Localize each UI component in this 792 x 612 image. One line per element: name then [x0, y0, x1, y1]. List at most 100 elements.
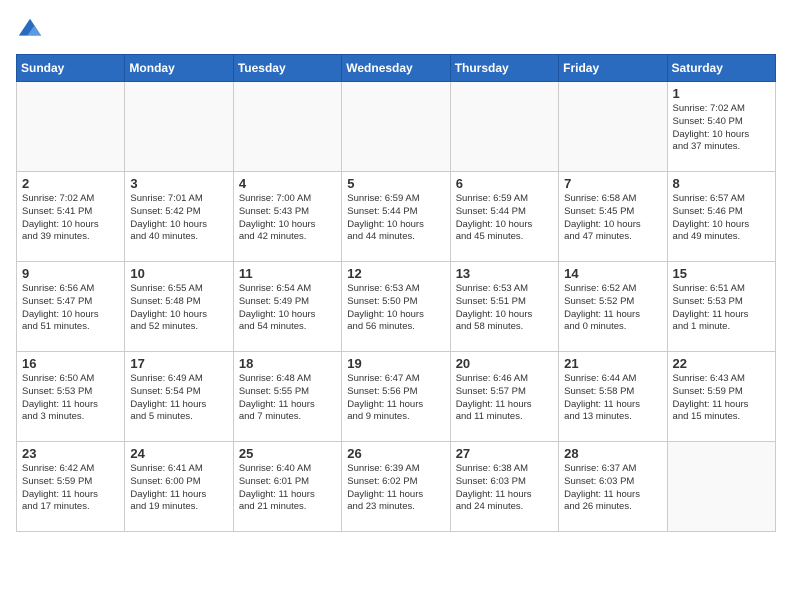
calendar-cell: 19 Sunrise: 6:47 AM Sunset: 5:56 PM Dayli… — [342, 352, 450, 442]
calendar-week-1: 2 Sunrise: 7:02 AM Sunset: 5:41 PM Daylig… — [17, 172, 776, 262]
day-number: 27 — [456, 446, 553, 461]
day-number: 11 — [239, 266, 336, 281]
calendar-table: SundayMondayTuesdayWednesdayThursdayFrid… — [16, 54, 776, 532]
day-info: Sunrise: 6:47 AM Sunset: 5:56 PM Dayligh… — [347, 373, 444, 424]
day-info: Sunrise: 6:46 AM Sunset: 5:57 PM Dayligh… — [456, 373, 553, 424]
day-number: 6 — [456, 176, 553, 191]
weekday-header-tuesday: Tuesday — [233, 55, 341, 82]
calendar-cell: 5 Sunrise: 6:59 AM Sunset: 5:44 PM Daylig… — [342, 172, 450, 262]
day-info: Sunrise: 7:02 AM Sunset: 5:40 PM Dayligh… — [673, 103, 770, 154]
day-info: Sunrise: 6:53 AM Sunset: 5:51 PM Dayligh… — [456, 283, 553, 334]
day-info: Sunrise: 6:42 AM Sunset: 5:59 PM Dayligh… — [22, 463, 119, 514]
day-number: 3 — [130, 176, 227, 191]
calendar-cell — [559, 82, 667, 172]
day-number: 5 — [347, 176, 444, 191]
calendar-cell — [667, 442, 775, 532]
calendar-cell: 17 Sunrise: 6:49 AM Sunset: 5:54 PM Dayli… — [125, 352, 233, 442]
day-info: Sunrise: 6:53 AM Sunset: 5:50 PM Dayligh… — [347, 283, 444, 334]
calendar-cell: 7 Sunrise: 6:58 AM Sunset: 5:45 PM Daylig… — [559, 172, 667, 262]
weekday-header-friday: Friday — [559, 55, 667, 82]
day-number: 4 — [239, 176, 336, 191]
day-number: 12 — [347, 266, 444, 281]
day-info: Sunrise: 6:38 AM Sunset: 6:03 PM Dayligh… — [456, 463, 553, 514]
calendar-cell: 18 Sunrise: 6:48 AM Sunset: 5:55 PM Dayli… — [233, 352, 341, 442]
day-info: Sunrise: 6:59 AM Sunset: 5:44 PM Dayligh… — [456, 193, 553, 244]
day-info: Sunrise: 6:48 AM Sunset: 5:55 PM Dayligh… — [239, 373, 336, 424]
weekday-header-saturday: Saturday — [667, 55, 775, 82]
logo-icon — [16, 16, 44, 44]
day-number: 14 — [564, 266, 661, 281]
weekday-header-thursday: Thursday — [450, 55, 558, 82]
calendar-week-2: 9 Sunrise: 6:56 AM Sunset: 5:47 PM Daylig… — [17, 262, 776, 352]
calendar-cell — [233, 82, 341, 172]
day-number: 7 — [564, 176, 661, 191]
calendar-cell: 21 Sunrise: 6:44 AM Sunset: 5:58 PM Dayli… — [559, 352, 667, 442]
day-number: 21 — [564, 356, 661, 371]
calendar-cell — [450, 82, 558, 172]
calendar-cell: 26 Sunrise: 6:39 AM Sunset: 6:02 PM Dayli… — [342, 442, 450, 532]
calendar-cell: 20Sunrise: 6:46 AM Sunset: 5:57 PM Dayli… — [450, 352, 558, 442]
weekday-header-sunday: Sunday — [17, 55, 125, 82]
day-number: 26 — [347, 446, 444, 461]
day-number: 13 — [456, 266, 553, 281]
day-info: Sunrise: 6:58 AM Sunset: 5:45 PM Dayligh… — [564, 193, 661, 244]
calendar-cell: 10 Sunrise: 6:55 AM Sunset: 5:48 PM Dayli… — [125, 262, 233, 352]
calendar-header-row: SundayMondayTuesdayWednesdayThursdayFrid… — [17, 55, 776, 82]
day-info: Sunrise: 6:57 AM Sunset: 5:46 PM Dayligh… — [673, 193, 770, 244]
day-info: Sunrise: 6:49 AM Sunset: 5:54 PM Dayligh… — [130, 373, 227, 424]
day-info: Sunrise: 6:37 AM Sunset: 6:03 PM Dayligh… — [564, 463, 661, 514]
calendar-week-0: 1 Sunrise: 7:02 AM Sunset: 5:40 PM Daylig… — [17, 82, 776, 172]
calendar-cell: 11 Sunrise: 6:54 AM Sunset: 5:49 PM Dayli… — [233, 262, 341, 352]
calendar-cell: 13 Sunrise: 6:53 AM Sunset: 5:51 PM Dayli… — [450, 262, 558, 352]
day-info: Sunrise: 6:54 AM Sunset: 5:49 PM Dayligh… — [239, 283, 336, 334]
calendar-cell: 15Sunrise: 6:51 AM Sunset: 5:53 PM Dayli… — [667, 262, 775, 352]
day-info: Sunrise: 6:59 AM Sunset: 5:44 PM Dayligh… — [347, 193, 444, 244]
day-info: Sunrise: 6:41 AM Sunset: 6:00 PM Dayligh… — [130, 463, 227, 514]
day-number: 15 — [673, 266, 770, 281]
day-info: Sunrise: 6:56 AM Sunset: 5:47 PM Dayligh… — [22, 283, 119, 334]
weekday-header-monday: Monday — [125, 55, 233, 82]
day-info: Sunrise: 6:55 AM Sunset: 5:48 PM Dayligh… — [130, 283, 227, 334]
day-number: 2 — [22, 176, 119, 191]
day-number: 18 — [239, 356, 336, 371]
calendar-cell: 14 Sunrise: 6:52 AM Sunset: 5:52 PM Dayli… — [559, 262, 667, 352]
calendar-cell — [125, 82, 233, 172]
day-number: 28 — [564, 446, 661, 461]
calendar-cell: 16Sunrise: 6:50 AM Sunset: 5:53 PM Dayli… — [17, 352, 125, 442]
day-info: Sunrise: 6:52 AM Sunset: 5:52 PM Dayligh… — [564, 283, 661, 334]
calendar-cell — [342, 82, 450, 172]
day-info: Sunrise: 7:00 AM Sunset: 5:43 PM Dayligh… — [239, 193, 336, 244]
calendar-week-4: 23 Sunrise: 6:42 AM Sunset: 5:59 PM Dayli… — [17, 442, 776, 532]
page-header — [16, 16, 776, 44]
weekday-header-wednesday: Wednesday — [342, 55, 450, 82]
calendar-cell: 28 Sunrise: 6:37 AM Sunset: 6:03 PM Dayli… — [559, 442, 667, 532]
day-number: 17 — [130, 356, 227, 371]
calendar-cell: 2 Sunrise: 7:02 AM Sunset: 5:41 PM Daylig… — [17, 172, 125, 262]
day-number: 19 — [347, 356, 444, 371]
calendar-cell: 22Sunrise: 6:43 AM Sunset: 5:59 PM Dayli… — [667, 352, 775, 442]
logo — [16, 16, 48, 44]
day-number: 25 — [239, 446, 336, 461]
calendar-cell: 23 Sunrise: 6:42 AM Sunset: 5:59 PM Dayli… — [17, 442, 125, 532]
day-info: Sunrise: 6:39 AM Sunset: 6:02 PM Dayligh… — [347, 463, 444, 514]
calendar-cell: 24Sunrise: 6:41 AM Sunset: 6:00 PM Dayli… — [125, 442, 233, 532]
calendar-cell: 1 Sunrise: 7:02 AM Sunset: 5:40 PM Daylig… — [667, 82, 775, 172]
calendar-cell: 6 Sunrise: 6:59 AM Sunset: 5:44 PM Daylig… — [450, 172, 558, 262]
day-info: Sunrise: 7:02 AM Sunset: 5:41 PM Dayligh… — [22, 193, 119, 244]
calendar-cell: 3 Sunrise: 7:01 AM Sunset: 5:42 PM Daylig… — [125, 172, 233, 262]
calendar-cell: 12 Sunrise: 6:53 AM Sunset: 5:50 PM Dayli… — [342, 262, 450, 352]
day-number: 23 — [22, 446, 119, 461]
calendar-cell: 4 Sunrise: 7:00 AM Sunset: 5:43 PM Daylig… — [233, 172, 341, 262]
day-number: 16 — [22, 356, 119, 371]
day-info: Sunrise: 7:01 AM Sunset: 5:42 PM Dayligh… — [130, 193, 227, 244]
day-info: Sunrise: 6:44 AM Sunset: 5:58 PM Dayligh… — [564, 373, 661, 424]
day-number: 9 — [22, 266, 119, 281]
calendar-cell — [17, 82, 125, 172]
day-info: Sunrise: 6:40 AM Sunset: 6:01 PM Dayligh… — [239, 463, 336, 514]
calendar-week-3: 16Sunrise: 6:50 AM Sunset: 5:53 PM Dayli… — [17, 352, 776, 442]
day-number: 1 — [673, 86, 770, 101]
calendar-cell: 25 Sunrise: 6:40 AM Sunset: 6:01 PM Dayli… — [233, 442, 341, 532]
calendar-cell: 9 Sunrise: 6:56 AM Sunset: 5:47 PM Daylig… — [17, 262, 125, 352]
day-info: Sunrise: 6:43 AM Sunset: 5:59 PM Dayligh… — [673, 373, 770, 424]
day-number: 10 — [130, 266, 227, 281]
